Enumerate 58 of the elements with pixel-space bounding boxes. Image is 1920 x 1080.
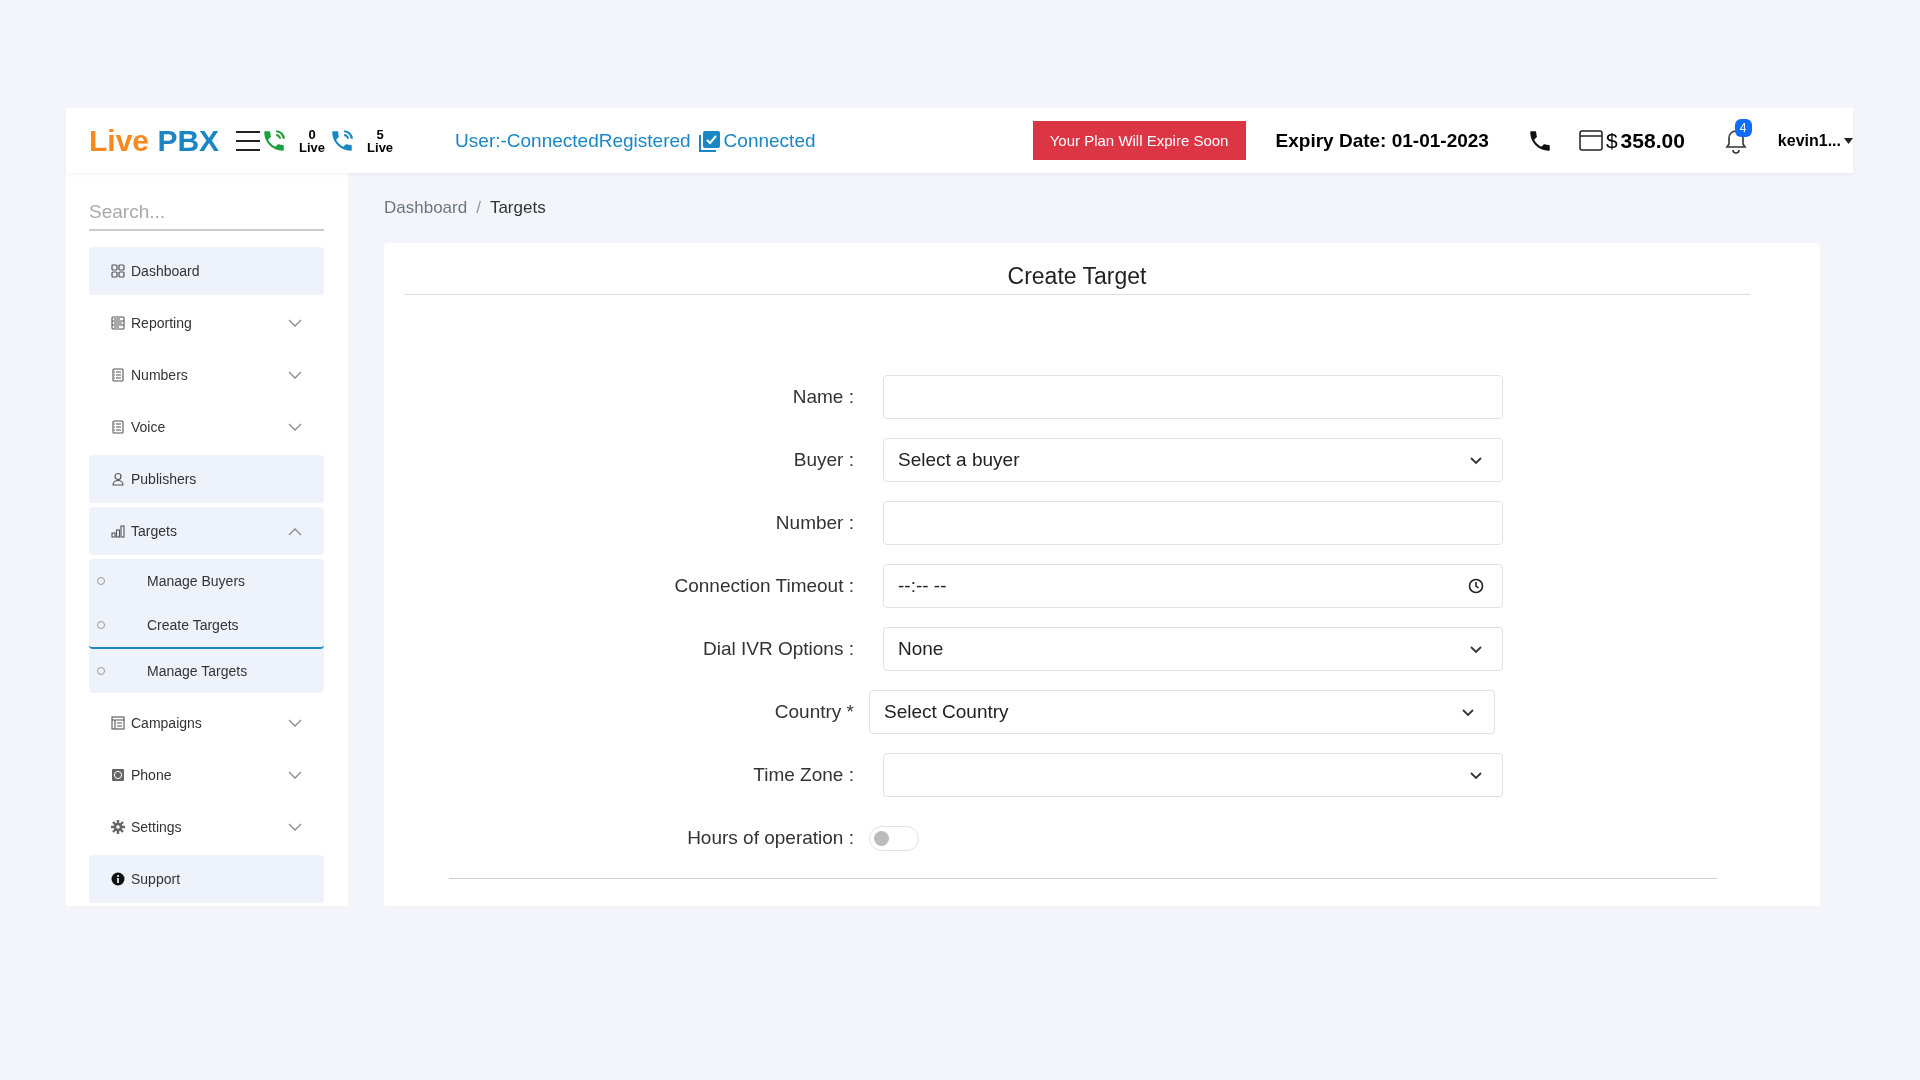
- sidebar-item[interactable]: Voice: [89, 403, 324, 451]
- submenu-item[interactable]: Create Targets: [89, 603, 324, 649]
- grid-icon: [111, 264, 125, 278]
- table-icon: [111, 716, 125, 730]
- balance-amount: 358.00: [1620, 128, 1685, 153]
- phone-waves-icon[interactable]: [329, 127, 356, 154]
- user-menu[interactable]: kevin1...: [1777, 131, 1853, 150]
- sidebar-item[interactable]: Campaigns: [89, 699, 324, 747]
- sidebar-item[interactable]: Phone: [89, 751, 324, 799]
- bar-chart-icon: [111, 524, 125, 538]
- sidebar-item[interactable]: Reporting: [89, 299, 324, 347]
- field-label: Hours of operation :: [686, 827, 854, 849]
- settings-icon: [111, 820, 125, 834]
- sidebar-item[interactable]: Targets: [89, 507, 324, 555]
- wallet-icon: [1578, 130, 1603, 151]
- select-field[interactable]: None: [883, 627, 1503, 671]
- breadcrumb-separator: /: [476, 198, 481, 218]
- list-icon: [111, 316, 125, 330]
- menu-icon[interactable]: [235, 129, 262, 152]
- sidebar-item[interactable]: Dashboard: [89, 247, 324, 295]
- logo: Live PBX: [89, 123, 220, 158]
- field-label: Name :: [791, 386, 854, 408]
- document-icon: [111, 368, 125, 382]
- sidebar-item[interactable]: Settings: [89, 803, 324, 851]
- submenu-item[interactable]: Manage Buyers: [89, 559, 324, 603]
- text-field[interactable]: [883, 501, 1503, 545]
- user-status-text: User:-ConnectedRegistered: [455, 129, 691, 152]
- currency-sign: $: [1605, 128, 1618, 153]
- field-label: Number :: [774, 512, 854, 534]
- notification-badge: 4: [1734, 118, 1752, 137]
- sidebar-item[interactable]: Support: [89, 855, 324, 903]
- field-label: Country *: [773, 701, 854, 723]
- time-field[interactable]: --:-- --: [883, 564, 1503, 608]
- form-title: Create Target: [404, 243, 1750, 295]
- field-label: Buyer :: [792, 449, 854, 471]
- select-field[interactable]: Select Country: [869, 690, 1495, 734]
- person-icon: [111, 472, 125, 486]
- live-counter: 5 Live: [367, 127, 394, 154]
- info-icon: [111, 872, 125, 886]
- text-field[interactable]: [883, 375, 1503, 419]
- plan-expiry-button[interactable]: Your Plan Will Expire Soon: [1032, 121, 1246, 160]
- submenu-item[interactable]: Manage Targets: [89, 649, 324, 693]
- square-icon: [111, 768, 125, 782]
- select-field[interactable]: Select a buyer: [883, 438, 1503, 482]
- connection-status: Connected: [723, 129, 816, 152]
- field-label: Time Zone :: [752, 764, 854, 786]
- live-counter: 0 Live: [299, 127, 326, 154]
- breadcrumb-link[interactable]: Dashboard: [384, 198, 468, 218]
- expiry-date: Expiry Date: 01-01-2023: [1275, 129, 1489, 152]
- select-field[interactable]: [883, 753, 1503, 797]
- sidebar-item[interactable]: Numbers: [89, 351, 324, 399]
- document-icon: [111, 420, 125, 434]
- field-label: Connection Timeout :: [673, 575, 854, 597]
- field-label: Dial IVR Options :: [702, 638, 854, 660]
- sidebar-item[interactable]: Publishers: [89, 455, 324, 503]
- caret-icon: [1844, 137, 1853, 144]
- clock-icon: [1468, 578, 1484, 594]
- search-field[interactable]: Search...: [89, 195, 324, 231]
